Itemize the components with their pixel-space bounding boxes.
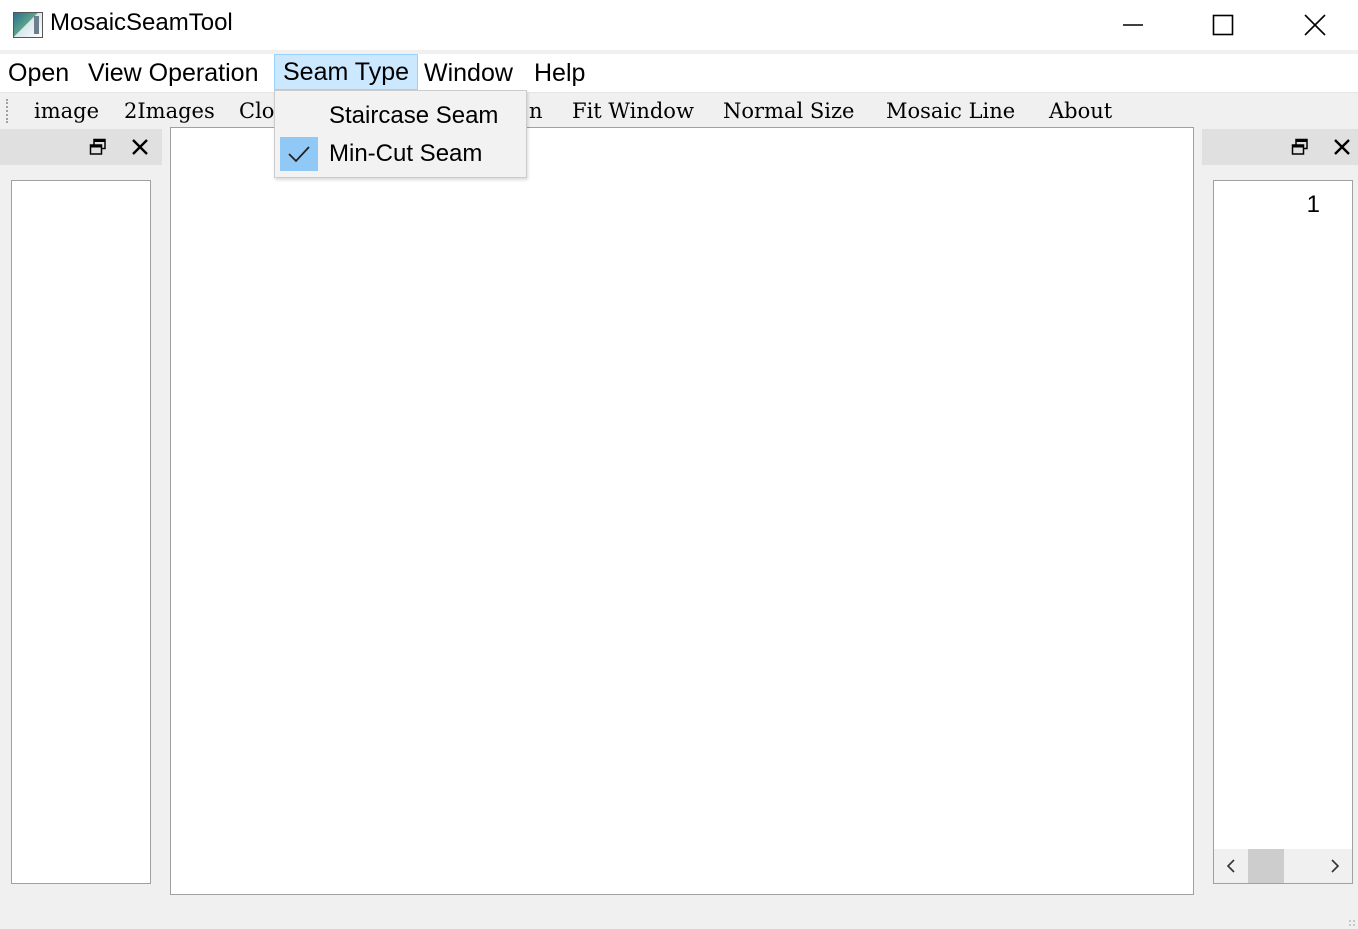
dock-close-icon[interactable]: [1333, 138, 1351, 156]
horizontal-scrollbar[interactable]: [1214, 849, 1352, 883]
toolbar-about-button[interactable]: About: [1049, 97, 1112, 125]
chevron-right-icon: [1331, 859, 1340, 873]
scroll-thumb[interactable]: [1248, 849, 1284, 883]
close-icon: [1304, 14, 1326, 36]
right-dock-header[interactable]: [1202, 129, 1358, 165]
toolbar-zoom-button[interactable]: n: [529, 97, 543, 125]
title-bar[interactable]: MosaicSeamTool: [0, 0, 1358, 50]
minimize-button[interactable]: [1088, 0, 1178, 50]
float-icon[interactable]: [89, 138, 107, 156]
menu-view-operation[interactable]: View Operation: [80, 54, 266, 90]
toolbar-grip[interactable]: [6, 99, 11, 123]
menu-item-label: Staircase Seam: [329, 102, 499, 129]
minimize-icon: [1123, 24, 1143, 26]
dock-close-icon[interactable]: [131, 138, 149, 156]
toolbar-mosaic-line-button[interactable]: Mosaic Line: [886, 97, 1015, 125]
scroll-left-button[interactable]: [1214, 849, 1248, 883]
toolbar-2images-button[interactable]: 2Images: [124, 97, 215, 125]
toolbar-normal-size-button[interactable]: Normal Size: [723, 97, 854, 125]
list-item[interactable]: 1: [1307, 191, 1320, 219]
toolbar-close-button[interactable]: Clo: [239, 97, 274, 125]
menu-item-label: Min-Cut Seam: [329, 140, 483, 167]
resize-grip-icon[interactable]: [1348, 919, 1356, 927]
menu-open[interactable]: Open: [0, 54, 77, 90]
menu-seam-type[interactable]: Seam Type: [274, 54, 419, 90]
right-list-panel[interactable]: 1: [1213, 180, 1353, 884]
toolbar: image 2Images Clo n Fit Window Normal Si…: [0, 92, 1358, 129]
image-view-area[interactable]: [170, 127, 1194, 895]
scroll-right-button[interactable]: [1318, 849, 1352, 883]
menu-window[interactable]: Window: [416, 54, 521, 90]
menu-item-min-cut-seam[interactable]: Min-Cut Seam: [275, 135, 526, 173]
menu-help[interactable]: Help: [526, 54, 593, 90]
left-image-list[interactable]: [11, 180, 151, 884]
menu-bar: Open View Operation Seam Type Window Hel…: [0, 54, 1358, 92]
menu-item-staircase-seam[interactable]: Staircase Seam: [275, 97, 526, 135]
float-icon[interactable]: [1291, 138, 1309, 156]
toolbar-image-button[interactable]: image: [34, 97, 99, 125]
check-icon: [280, 137, 318, 171]
chevron-left-icon: [1226, 859, 1235, 873]
window-title: MosaicSeamTool: [50, 9, 233, 36]
maximize-button[interactable]: [1178, 0, 1268, 50]
left-dock-header[interactable]: [0, 129, 162, 165]
app-icon: [13, 12, 43, 38]
seam-type-dropdown: Staircase Seam Min-Cut Seam: [274, 90, 527, 178]
maximize-icon: [1212, 14, 1234, 36]
close-button[interactable]: [1270, 0, 1358, 50]
toolbar-fit-window-button[interactable]: Fit Window: [572, 97, 694, 125]
